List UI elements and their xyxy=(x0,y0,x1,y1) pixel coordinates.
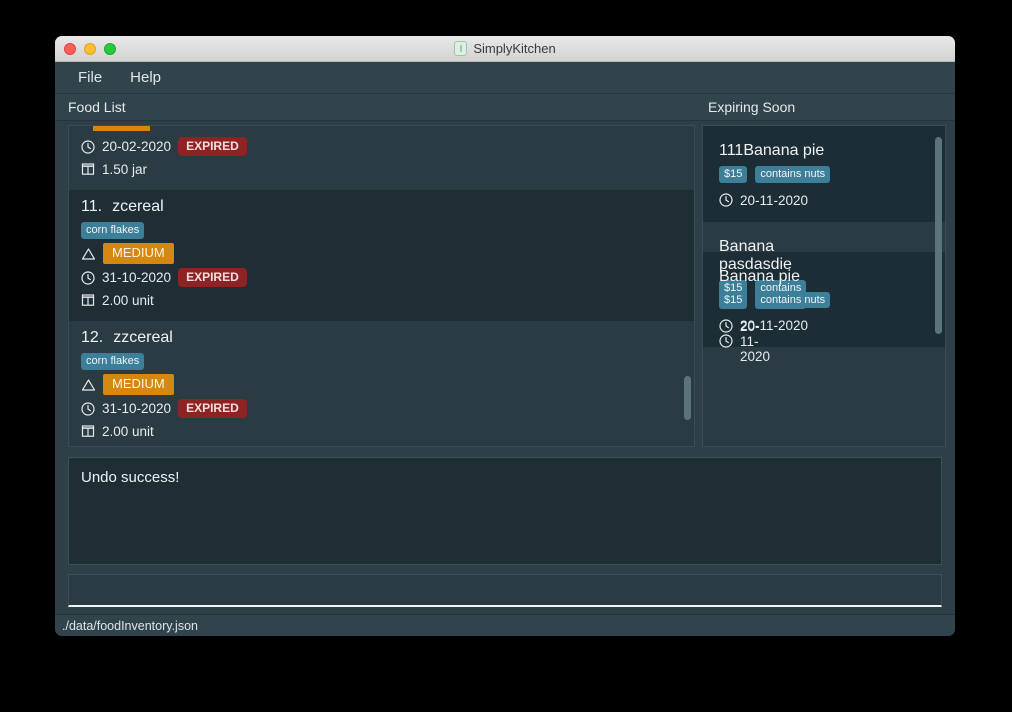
food-list-column: 20-02-2020 EXPIRED 1.50 jar 11. zcereal … xyxy=(55,121,695,451)
food-index: 12. xyxy=(81,329,104,347)
expiring-soon-header: Expiring Soon xyxy=(708,99,796,115)
food-index: 11. xyxy=(81,198,103,216)
command-box[interactable] xyxy=(68,574,942,607)
expiry-line: 31-10-2020 EXPIRED xyxy=(81,399,694,419)
table-row[interactable]: 11. zcereal corn flakes MEDIUM 31-10-202… xyxy=(69,190,694,322)
table-row[interactable]: 20-02-2020 EXPIRED 1.50 jar xyxy=(69,126,694,191)
food-tag: contains nuts xyxy=(755,166,831,183)
quantity-value: 2.00 unit xyxy=(102,423,154,439)
food-title: 11. zcereal xyxy=(81,198,694,216)
menu-bar: File Help xyxy=(55,62,955,94)
food-name: zzcereal xyxy=(113,329,173,347)
priority-badge-clipped xyxy=(93,126,150,131)
box-icon xyxy=(81,162,95,176)
expiry-line: 20-11-2020 xyxy=(719,318,931,333)
expiry-date: 20-11-2020 xyxy=(740,192,809,208)
food-name: zcereal xyxy=(112,198,164,216)
command-area xyxy=(55,565,955,614)
quantity-value: 2.00 unit xyxy=(102,292,154,308)
clock-icon xyxy=(81,271,95,285)
clock-icon xyxy=(81,139,95,154)
fridge-icon xyxy=(454,41,468,56)
priority-line: MEDIUM xyxy=(81,374,694,396)
window-title: SimplyKitchen xyxy=(473,41,556,56)
result-message: Undo success! xyxy=(81,469,180,486)
warning-icon xyxy=(81,378,96,392)
expiry-date: 20-11-2020 xyxy=(740,318,809,334)
expiring-soon-scrollbar[interactable] xyxy=(935,137,942,334)
expiring-chips: $15 contains nuts xyxy=(719,166,931,183)
menu-item-file[interactable]: File xyxy=(69,66,111,89)
price-chip: $15 xyxy=(719,291,748,309)
expiry-date: 31-10-2020 xyxy=(102,401,172,417)
clock-icon xyxy=(719,334,733,349)
result-box: Undo success! xyxy=(68,457,942,565)
expiring-soon-column: 111Banana pie $15 contains nuts 20-11-20… xyxy=(695,121,955,451)
food-list-header: Food List xyxy=(68,99,126,115)
tag-line: corn flakes xyxy=(81,352,694,370)
expiring-food-name: Banana pie xyxy=(719,267,800,285)
warning-icon xyxy=(81,247,96,261)
command-input[interactable] xyxy=(77,582,933,598)
expiry-date: 20-02-2020 xyxy=(102,139,172,155)
status-badge: EXPIRED xyxy=(178,268,247,288)
quantity-line: 2.00 unit xyxy=(81,291,694,309)
expiry-line: 31-10-2020 EXPIRED xyxy=(81,268,694,288)
expiring-food-name: 111Banana pie xyxy=(719,142,825,159)
clock-icon xyxy=(719,319,733,333)
expiring-soon-list[interactable]: 111Banana pie $15 contains nuts 20-11-20… xyxy=(702,125,946,447)
panel-headers: Food List Expiring Soon xyxy=(55,94,955,121)
box-icon xyxy=(81,293,95,307)
priority-badge: MEDIUM xyxy=(103,374,174,396)
expiry-line: 20-02-2020 EXPIRED xyxy=(81,137,694,157)
box-icon xyxy=(81,424,95,438)
quantity-value: 1.50 jar xyxy=(102,161,148,177)
expiring-chips: $15 contains nuts xyxy=(719,291,931,309)
tag-line: corn flakes xyxy=(81,221,694,239)
table-row[interactable]: 12. zzcereal corn flakes MEDIUM 31-10-20… xyxy=(69,321,694,446)
status-bar: ./data/foodInventory.json xyxy=(55,614,955,636)
status-file-path: ./data/foodInventory.json xyxy=(62,618,198,633)
main-body: 20-02-2020 EXPIRED 1.50 jar 11. zcereal … xyxy=(55,121,955,451)
quantity-line: 2.00 unit xyxy=(81,422,694,440)
food-title: 12. zzcereal xyxy=(81,329,694,347)
food-tag: corn flakes xyxy=(81,352,145,370)
clock-icon xyxy=(719,193,733,207)
title-bar: SimplyKitchen xyxy=(55,36,955,62)
food-tag: contains nuts xyxy=(755,291,831,309)
window-title-group: SimplyKitchen xyxy=(55,41,955,56)
close-button[interactable] xyxy=(64,42,76,55)
menu-item-help[interactable]: Help xyxy=(121,66,170,89)
minimize-button[interactable] xyxy=(84,42,96,55)
price-chip: $15 xyxy=(719,166,748,183)
expiry-date: 31-10-2020 xyxy=(102,270,172,286)
app-window: SimplyKitchen File Help Food List Expiri… xyxy=(55,36,955,636)
clock-icon xyxy=(81,402,95,416)
expiry-line: 20-11-2020 xyxy=(719,193,931,208)
list-item[interactable]: Banana pasdasdie $15 contains nuts 20-11… xyxy=(703,221,807,364)
maximize-button[interactable] xyxy=(104,42,116,55)
food-tag: corn flakes xyxy=(81,221,145,239)
status-badge: EXPIRED xyxy=(178,137,247,157)
priority-badge: MEDIUM xyxy=(103,243,174,265)
priority-line: MEDIUM xyxy=(81,243,694,265)
window-controls xyxy=(55,42,116,55)
result-area: Undo success! xyxy=(55,451,955,565)
list-item[interactable]: 111Banana pie $15 contains nuts 20-11-20… xyxy=(703,126,945,222)
food-list[interactable]: 20-02-2020 EXPIRED 1.50 jar 11. zcereal … xyxy=(68,125,695,447)
quantity-line: 1.50 jar xyxy=(81,160,694,178)
food-list-scrollbar[interactable] xyxy=(684,376,691,420)
status-badge: EXPIRED xyxy=(178,399,247,419)
